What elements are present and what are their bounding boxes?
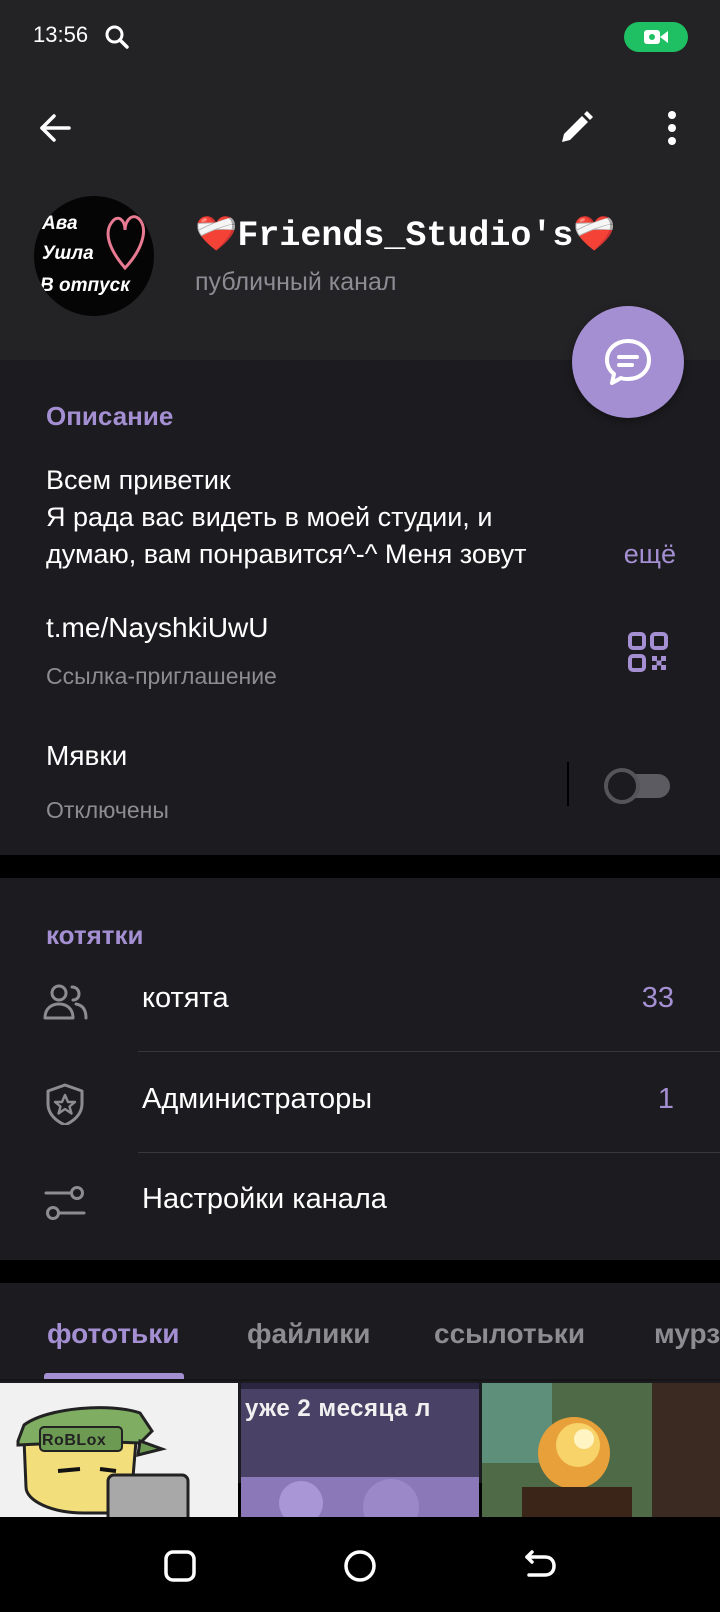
- toggle-knob: [604, 768, 640, 804]
- system-navigation-bar: [0, 1517, 720, 1612]
- video-call-indicator[interactable]: [624, 22, 688, 52]
- heart-emoji-icon: ❤️‍🩹: [573, 214, 616, 254]
- admin-shield-icon: [46, 1083, 84, 1125]
- active-tab-indicator: [44, 1373, 184, 1379]
- list-item-label: Администраторы: [142, 1083, 373, 1115]
- heart-drawing: [106, 215, 145, 271]
- channel-avatar[interactable]: Ава Ушла В отпуск: [34, 196, 154, 316]
- list-item-subscribers[interactable]: котята 33: [0, 952, 720, 1052]
- list-item-label: котята: [142, 982, 229, 1014]
- notifications-label[interactable]: Мявки: [46, 740, 127, 772]
- cartoon-image: [0, 1383, 238, 1517]
- description-line: Всем приветик: [46, 465, 231, 495]
- list-item-count: 1: [657, 1083, 674, 1115]
- more-vert-icon: [668, 111, 676, 145]
- shared-media-section: фототьки файлики ссылотьки мурзилки RoBL…: [0, 1283, 720, 1517]
- home-button[interactable]: [337, 1543, 383, 1589]
- people-icon: [43, 984, 88, 1020]
- notifications-state: Отключены: [46, 797, 169, 823]
- invite-link[interactable]: t.me/NayshkiUwU: [46, 612, 268, 644]
- avatar-text-line: В отпуск: [40, 275, 130, 296]
- channel-title-text: Friends_Studio's: [237, 216, 574, 256]
- divider: [138, 1051, 720, 1052]
- list-item-admins[interactable]: Администраторы 1: [0, 1053, 720, 1153]
- info-section: Описание Всем приветик Я рада вас видеть…: [0, 360, 720, 855]
- discuss-button[interactable]: [572, 306, 684, 418]
- list-item-count: 33: [641, 982, 674, 1014]
- fire-scene-image: [482, 1383, 720, 1517]
- divider: [567, 762, 569, 806]
- members-heading: котятки: [46, 920, 144, 950]
- chat-bubble-icon: [605, 339, 651, 385]
- media-thumbnail[interactable]: уже 2 месяца л: [241, 1383, 479, 1517]
- edit-button[interactable]: [548, 100, 604, 156]
- tab-music[interactable]: мурзилки: [654, 1318, 720, 1350]
- status-time: 13:56: [33, 22, 89, 47]
- description-line: Я рада вас видеть в моей студии, и: [46, 502, 493, 532]
- avatar-text-line: Ава: [42, 213, 78, 234]
- back-nav-icon: [525, 1550, 556, 1577]
- settings-sliders-icon: [44, 1186, 86, 1220]
- notifications-toggle[interactable]: [604, 768, 672, 804]
- channel-description[interactable]: Всем приветик Я рада вас видеть в моей с…: [46, 462, 676, 573]
- recents-button[interactable]: [157, 1543, 203, 1589]
- thumbnail-text: RoBLox: [42, 1432, 107, 1449]
- list-item-channel-settings[interactable]: Настройки канала: [0, 1153, 720, 1253]
- channel-title: ❤️‍🩹Friends_Studio's❤️‍🩹: [195, 214, 616, 256]
- back-button[interactable]: [27, 100, 83, 156]
- media-thumbnail[interactable]: RoBLox: [0, 1383, 238, 1517]
- media-tabs: фототьки файлики ссылотьки мурзилки: [0, 1283, 720, 1381]
- edit-icon: [562, 111, 593, 142]
- description-heading: Описание: [46, 401, 174, 431]
- tab-photos[interactable]: фототьки: [47, 1318, 179, 1350]
- description-line: думаю, вам понравится^-^ Меня зовут: [46, 539, 527, 569]
- thumbnail-text: уже 2 месяца л: [245, 1395, 431, 1422]
- list-item-label: Настройки канала: [142, 1183, 387, 1215]
- invite-link-caption: Ссылка-приглашение: [46, 663, 277, 689]
- back-nav-button[interactable]: [516, 1543, 562, 1589]
- show-more-link[interactable]: ещё: [613, 536, 676, 573]
- back-icon: [40, 114, 71, 142]
- members-section: котятки котята 33 Администраторы 1 Настр…: [0, 878, 720, 1260]
- video-call-icon: [644, 30, 668, 44]
- home-icon: [344, 1550, 376, 1582]
- search-icon: [105, 25, 129, 49]
- media-thumbnail[interactable]: [482, 1383, 720, 1517]
- status-bar: 13:56: [0, 0, 720, 76]
- avatar-text-line: Ушла: [42, 243, 94, 264]
- recents-icon: [164, 1550, 196, 1582]
- qr-code-icon[interactable]: [628, 632, 668, 672]
- tab-files[interactable]: файлики: [247, 1318, 371, 1350]
- more-options-button[interactable]: [644, 100, 700, 156]
- channel-subtitle: публичный канал: [195, 268, 397, 296]
- heart-emoji-icon: ❤️‍🩹: [195, 214, 238, 254]
- tab-links[interactable]: ссылотьки: [434, 1318, 585, 1350]
